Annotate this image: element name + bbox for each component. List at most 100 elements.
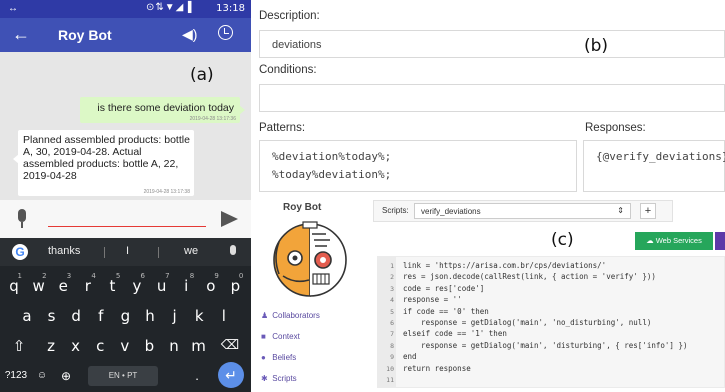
key-t[interactable]: t5 xyxy=(101,272,123,300)
outgoing-message-text: is there some deviation today xyxy=(97,102,234,114)
key-d[interactable]: d xyxy=(65,302,87,330)
key-number-hint: 9 xyxy=(214,272,219,280)
key-number-hint: 6 xyxy=(140,272,145,280)
key-k[interactable]: k xyxy=(188,302,210,330)
responses-field[interactable]: {@verify_deviations}; xyxy=(583,140,725,192)
key-r[interactable]: r4 xyxy=(77,272,99,300)
back-arrow-icon[interactable]: ← xyxy=(12,24,30,44)
scripts-select[interactable]: verify_deviations ⇕ xyxy=(414,203,631,219)
description-label: Description: xyxy=(259,10,320,22)
intent-editor-panel: Description: deviations (b) Conditions: … xyxy=(253,0,725,196)
key-l[interactable]: l xyxy=(213,302,235,330)
keyboard-row-3: ⇧ ⌫ zxcvbnm xyxy=(0,332,251,360)
status-bar: ↔ ⊙⇅▼◢▐ 13:18 xyxy=(0,0,251,18)
key-s[interactable]: s xyxy=(41,302,63,330)
outgoing-message: is there some deviation today 2019-04-28… xyxy=(80,97,245,123)
description-value: deviations xyxy=(272,39,322,51)
sidebar-item-beliefs[interactable]: ● Beliefs xyxy=(261,353,296,362)
symbols-key[interactable]: ?123 xyxy=(2,364,30,388)
panel-label-b: (b) xyxy=(584,36,609,56)
robot-logo xyxy=(273,221,347,297)
conditions-field[interactable] xyxy=(259,84,725,112)
add-script-button[interactable]: + xyxy=(640,203,656,219)
line-number: 11 xyxy=(386,376,394,384)
key-q[interactable]: q1 xyxy=(3,272,25,300)
phone-screen: ↔ ⊙⇅▼◢▐ 13:18 ← Roy Bot ◀) (a) is there … xyxy=(0,0,251,392)
incoming-message-text: Planned assembled products: bottle A, 30… xyxy=(23,134,190,182)
key-e[interactable]: e3 xyxy=(52,272,74,300)
scripts-label: Scripts: xyxy=(382,206,409,215)
sidebar-item-label: Scripts xyxy=(272,374,297,383)
code-editor[interactable]: 1 2 3 4 5 6 7 8 9 10 11 link = 'https://arisa.com.… xyxy=(377,256,725,388)
key-m[interactable]: m xyxy=(188,332,210,360)
key-n[interactable]: n xyxy=(163,332,185,360)
clock-icon[interactable] xyxy=(218,25,233,40)
code-line: response = '' xyxy=(403,295,462,305)
space-key[interactable]: EN • PT xyxy=(88,366,158,386)
chat-area: (a) is there some deviation today 2019-0… xyxy=(0,52,251,200)
context-icon: ■ xyxy=(261,332,266,341)
line-number: 6 xyxy=(390,319,394,327)
key-j[interactable]: j xyxy=(164,302,186,330)
key-number-hint: 0 xyxy=(238,272,244,280)
patterns-field[interactable]: %deviation%today%; %today%deviation%; xyxy=(259,140,577,192)
key-h[interactable]: h xyxy=(139,302,161,330)
key-o[interactable]: o9 xyxy=(200,272,222,300)
code-line: if code == '0' then xyxy=(403,306,489,316)
line-number-gutter: 1 2 3 4 5 6 7 8 9 10 11 xyxy=(378,257,396,387)
line-number: 2 xyxy=(390,273,394,282)
suggestion-2[interactable]: I xyxy=(126,245,129,257)
panel-label-a: (a) xyxy=(190,65,214,85)
suggestion-3[interactable]: we xyxy=(184,245,198,257)
key-number-hint: 1 xyxy=(17,272,22,280)
key-number-hint: 2 xyxy=(42,272,47,280)
secondary-button[interactable] xyxy=(715,232,725,250)
sidebar-item-label: Context xyxy=(272,332,300,341)
scripts-icon: ✱ xyxy=(261,374,268,383)
emoji-key[interactable]: ☺ xyxy=(34,364,50,388)
conditions-label: Conditions: xyxy=(259,64,317,76)
enter-key[interactable]: ↵ xyxy=(218,362,244,388)
shift-key[interactable]: ⇧ xyxy=(8,332,30,360)
code-line: elseif code == '1' then xyxy=(403,329,507,339)
key-v[interactable]: v xyxy=(114,332,136,360)
line-number: 3 xyxy=(390,284,394,293)
key-i[interactable]: i8 xyxy=(175,272,197,300)
key-p[interactable]: p0 xyxy=(224,272,246,300)
key-f[interactable]: f xyxy=(90,302,112,330)
key-y[interactable]: y6 xyxy=(126,272,148,300)
key-u[interactable]: u7 xyxy=(151,272,173,300)
key-number-hint: 7 xyxy=(165,272,170,280)
message-input[interactable] xyxy=(48,226,206,227)
volume-icon[interactable]: ◀) xyxy=(182,26,197,43)
usb-icon: ↔ xyxy=(8,3,18,14)
sidebar-item-context[interactable]: ■ Context xyxy=(261,332,300,341)
send-icon[interactable] xyxy=(221,211,238,227)
key-b[interactable]: b xyxy=(138,332,160,360)
web-services-button[interactable]: ☁ Web Services xyxy=(635,232,713,250)
key-z[interactable]: z xyxy=(40,332,62,360)
sidebar-item-scripts[interactable]: ✱ Scripts xyxy=(261,374,297,383)
suggestion-1[interactable]: thanks xyxy=(48,245,80,257)
line-number: 1 xyxy=(390,262,394,270)
key-a[interactable]: a xyxy=(16,302,38,330)
line-number: 7 xyxy=(390,330,394,339)
backspace-key[interactable]: ⌫ xyxy=(219,332,241,360)
description-field[interactable]: deviations xyxy=(259,30,725,58)
incoming-message: Planned assembled products: bottle A, 30… xyxy=(13,130,194,196)
sidebar-item-collaborators[interactable]: ♟ Collaborators xyxy=(261,311,320,320)
keyboard-row-1: q1w2e3r4t5y6u7i8o9p0 xyxy=(0,272,251,300)
google-icon[interactable]: G xyxy=(12,244,28,260)
keyboard-mic-icon[interactable] xyxy=(230,245,236,255)
key-w[interactable]: w2 xyxy=(28,272,50,300)
mic-icon[interactable] xyxy=(18,209,26,222)
mic-stand xyxy=(21,222,23,228)
updown-icon: ⇕ xyxy=(617,206,624,215)
key-g[interactable]: g xyxy=(114,302,136,330)
app-bar: ← Roy Bot ◀) xyxy=(0,18,251,52)
globe-icon[interactable]: ⊕ xyxy=(56,364,76,388)
period-key[interactable]: . xyxy=(190,364,204,388)
key-c[interactable]: c xyxy=(89,332,111,360)
key-x[interactable]: x xyxy=(65,332,87,360)
responses-label: Responses: xyxy=(585,122,646,134)
